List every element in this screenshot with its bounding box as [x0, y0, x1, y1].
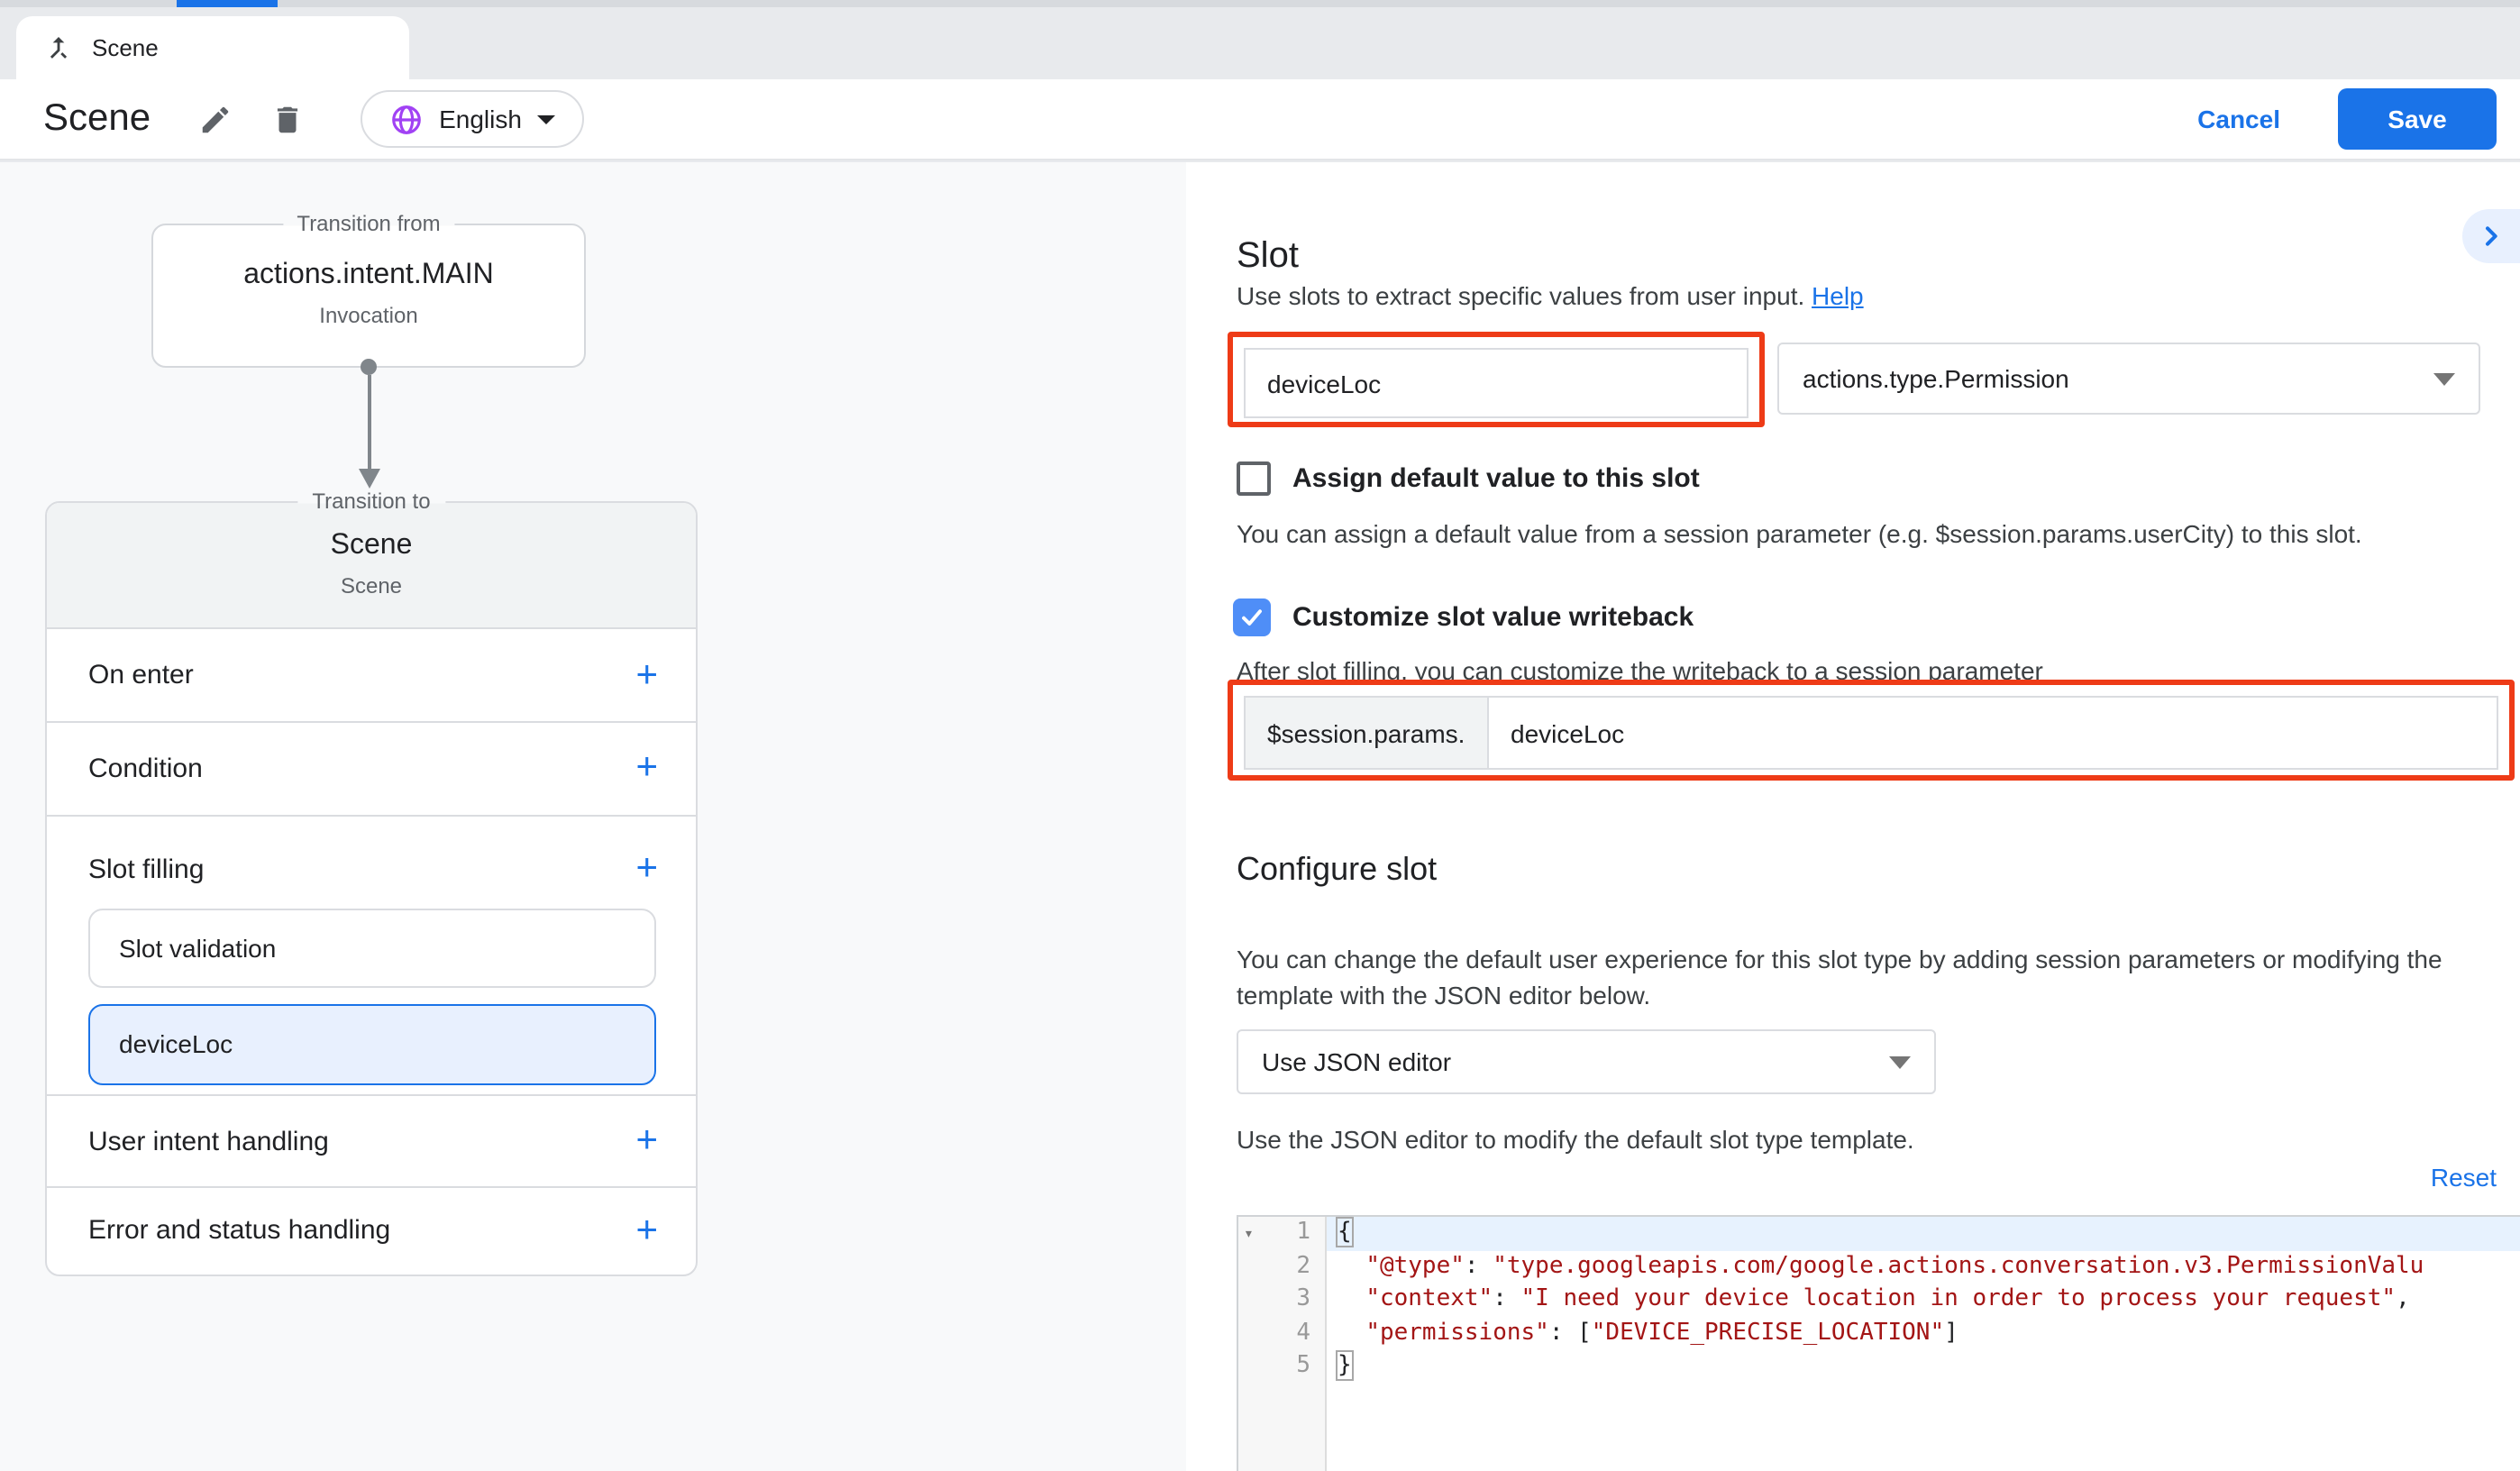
top-strip — [0, 0, 2520, 7]
writeback-checkbox[interactable] — [1233, 598, 1271, 636]
tab-scene[interactable]: Scene — [16, 16, 409, 79]
add-condition-button[interactable]: + — [635, 751, 658, 787]
slot-section-description: Use slots to extract specific values fro… — [1237, 281, 1864, 310]
writeback-input[interactable]: $session.params. deviceLoc — [1244, 696, 2498, 770]
dropdown-arrow-icon — [2433, 372, 2455, 385]
editor-mode-select[interactable]: Use JSON editor — [1237, 1029, 1936, 1094]
transition-from-legend: Transition from — [282, 211, 454, 238]
writeback-label: Customize slot value writeback — [1292, 602, 1694, 633]
writeback-row: Customize slot value writeback — [1233, 598, 1694, 636]
assign-default-checkbox[interactable] — [1237, 461, 1271, 496]
intent-kind: Invocation — [153, 303, 584, 328]
checkmark-icon — [1238, 604, 1265, 631]
help-link[interactable]: Help — [1812, 281, 1864, 310]
cancel-button[interactable]: Cancel — [2197, 105, 2280, 133]
collapse-panel-button[interactable] — [2462, 209, 2520, 263]
transition-to-legend: Transition to — [297, 489, 444, 516]
slot-name-input[interactable]: deviceLoc — [1244, 348, 1748, 418]
configure-slot-description: You can change the default user experien… — [1237, 941, 2455, 1013]
slot-item-validation[interactable]: Slot validation — [88, 908, 656, 987]
section-on-enter[interactable]: On enter + — [47, 629, 696, 724]
scene-node-subtitle: Scene — [47, 573, 696, 598]
code-line: { — [1327, 1217, 2520, 1250]
scene-node-header[interactable]: Scene Scene — [47, 503, 696, 629]
assign-default-label: Assign default value to this slot — [1292, 463, 1700, 494]
header: Scene English Cancel Save — [0, 79, 2520, 160]
json-editor-hint: Use the JSON editor to modify the defaul… — [1237, 1125, 1914, 1154]
edit-scene-button[interactable] — [190, 94, 241, 144]
edge-start-dot — [361, 359, 377, 375]
section-condition[interactable]: Condition + — [47, 724, 696, 817]
fold-arrow-icon[interactable]: ▾ — [1244, 1219, 1254, 1252]
chevron-right-icon — [2477, 222, 2506, 251]
configure-slot-title: Configure slot — [1237, 851, 1437, 889]
code-line: "context": "I need your device location … — [1327, 1284, 2520, 1317]
slot-section-title: Slot — [1237, 236, 1299, 278]
assign-default-row: Assign default value to this slot — [1237, 461, 1700, 496]
assign-default-description: You can assign a default value from a se… — [1237, 519, 2362, 548]
language-label: English — [439, 105, 522, 133]
writeback-value[interactable]: deviceLoc — [1489, 698, 1624, 768]
reset-link[interactable]: Reset — [2431, 1163, 2497, 1192]
json-editor[interactable]: ▾ 12345 { "@type": "type.googleapis.com/… — [1237, 1215, 2520, 1471]
editor-code[interactable]: { "@type": "type.googleapis.com/google.a… — [1327, 1217, 2520, 1471]
editor-gutter: ▾ 12345 — [1238, 1217, 1327, 1471]
annotation-box-writeback: $session.params. deviceLoc — [1228, 680, 2515, 781]
merge-type-icon — [43, 32, 74, 63]
delete-scene-button[interactable] — [262, 94, 313, 144]
chevron-down-icon — [538, 114, 556, 123]
add-slot-button[interactable]: + — [635, 851, 658, 887]
globe-icon — [388, 102, 423, 136]
tab-label: Scene — [92, 34, 159, 61]
language-selector[interactable]: English — [360, 90, 585, 148]
scene-editor-page: Scene Scene English Cancel Save Transiti… — [0, 0, 2520, 1471]
slot-item-deviceloc[interactable]: deviceLoc — [88, 1003, 656, 1084]
slot-type-select[interactable]: actions.type.Permission — [1777, 343, 2480, 415]
top-accent-bar — [177, 0, 278, 7]
edge-line — [367, 375, 370, 469]
scene-node-card: Transition to Scene Scene On enter + Con… — [45, 501, 698, 1276]
intent-name: actions.intent.MAIN — [153, 260, 584, 292]
code-line: "@type": "type.googleapis.com/google.act… — [1327, 1250, 2520, 1284]
section-user-intent-handling[interactable]: User intent handling + — [47, 1097, 696, 1188]
code-line: "permissions": ["DEVICE_PRECISE_LOCATION… — [1327, 1317, 2520, 1350]
writeback-prefix: $session.params. — [1246, 698, 1489, 768]
page-title: Scene — [43, 97, 151, 141]
edge-arrowhead-icon — [358, 469, 379, 489]
transition-from-node[interactable]: Transition from actions.intent.MAIN Invo… — [151, 224, 586, 368]
add-error-handler-button[interactable]: + — [635, 1213, 658, 1249]
add-user-intent-button[interactable]: + — [635, 1123, 658, 1159]
section-slot-filling: Slot filling + Slot validation deviceLoc — [47, 816, 696, 1097]
add-on-enter-button[interactable]: + — [635, 657, 658, 693]
save-button[interactable]: Save — [2338, 88, 2497, 150]
dropdown-arrow-icon — [1889, 1055, 1911, 1068]
code-line: } — [1327, 1350, 2520, 1384]
section-error-status-handling[interactable]: Error and status handling + — [47, 1187, 696, 1275]
annotation-box-slot-name: deviceLoc — [1228, 332, 1765, 427]
